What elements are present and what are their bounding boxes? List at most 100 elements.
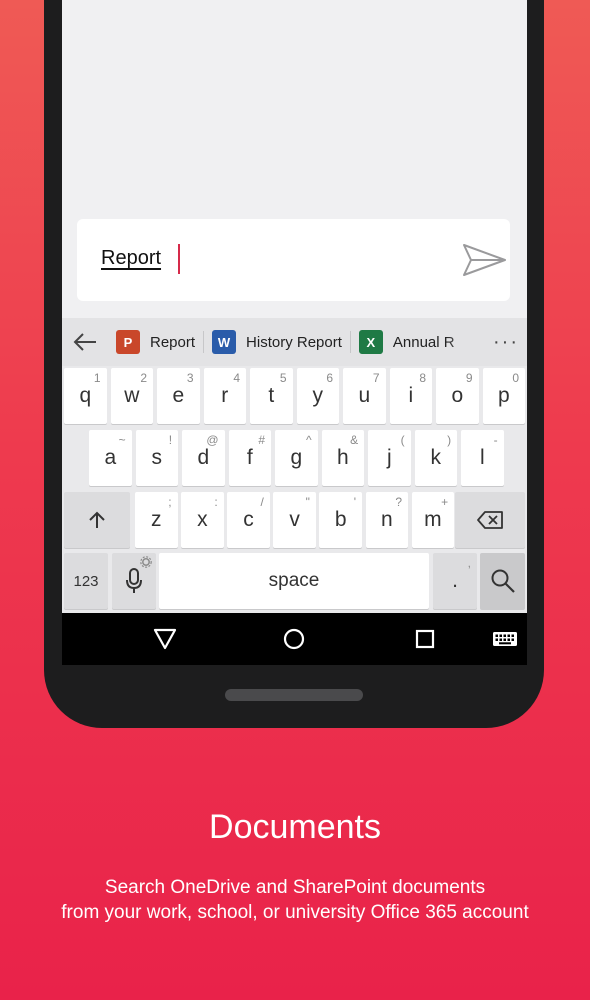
- android-navigation-bar: [62, 613, 527, 665]
- search-key[interactable]: [480, 553, 525, 609]
- key-y[interactable]: y6: [296, 368, 340, 424]
- settings-gear-icon: [140, 556, 152, 568]
- key-label: n: [380, 508, 393, 531]
- numbers-key-label: 123: [73, 572, 99, 590]
- key-e[interactable]: e3: [157, 368, 200, 424]
- key-hint: :: [214, 495, 218, 509]
- page-title: Documents: [209, 808, 381, 846]
- key-u[interactable]: u7: [343, 368, 386, 424]
- key-c[interactable]: c /: [227, 492, 270, 548]
- key-s[interactable]: s!: [135, 430, 179, 486]
- key-v[interactable]: v ": [273, 492, 316, 548]
- key-r[interactable]: r4: [203, 368, 247, 424]
- key-label: r: [221, 384, 229, 407]
- key-b[interactable]: b ': [319, 492, 362, 548]
- space-key-label: space: [268, 570, 320, 591]
- key-hint: ^: [305, 433, 312, 447]
- key-label: j: [386, 446, 392, 469]
- excel-icon: X: [358, 330, 383, 354]
- nav-keyboard-button[interactable]: [490, 625, 520, 653]
- key-hint: ": [305, 495, 310, 509]
- text-caret: [178, 244, 180, 274]
- key-f[interactable]: f #: [228, 430, 272, 486]
- nav-home-button[interactable]: [279, 625, 309, 653]
- key-label: p: [497, 384, 510, 407]
- key-hint: (: [400, 433, 405, 447]
- more-button[interactable]: ···: [485, 318, 527, 366]
- nav-home-circle-icon: [283, 628, 305, 650]
- key-i[interactable]: i8: [389, 368, 433, 424]
- phone-screen: Report P Report W History Report X Annua…: [62, 0, 527, 665]
- key-label: g: [290, 446, 303, 469]
- key-g[interactable]: g ^: [275, 430, 318, 486]
- suggestion-history-report[interactable]: W History Report: [204, 318, 350, 366]
- keyboard: 123 space . , q 1 w 2 e 3 r 4 t 5 y 6 u …: [62, 366, 527, 613]
- nav-recents-square-icon: [415, 629, 435, 649]
- key-hint: +: [441, 495, 449, 509]
- key-t[interactable]: t5: [250, 368, 293, 424]
- key-label: f: [246, 446, 253, 469]
- suggestion-label: Report: [150, 333, 196, 351]
- period-key-label: .: [452, 569, 458, 592]
- key-label: x: [197, 508, 208, 531]
- key-label: t: [268, 384, 275, 407]
- key-label: e: [172, 384, 185, 407]
- key-hint: 4: [233, 371, 241, 385]
- key-hint: 1: [93, 371, 101, 385]
- microphone-key[interactable]: [112, 553, 156, 609]
- nav-back-button[interactable]: [150, 625, 180, 653]
- key-label: i: [408, 384, 414, 407]
- key-q[interactable]: q1: [64, 368, 107, 424]
- key-m[interactable]: m +: [411, 492, 455, 548]
- nav-recents-button[interactable]: [410, 625, 440, 653]
- key-hint: 5: [279, 371, 287, 385]
- shift-key[interactable]: [64, 492, 130, 548]
- key-h[interactable]: h &: [321, 430, 365, 486]
- key-o[interactable]: o9: [436, 368, 479, 424]
- period-key[interactable]: . ,: [433, 553, 477, 609]
- suggestion-fade: [445, 318, 485, 366]
- key-hint: &: [350, 433, 359, 447]
- backspace-key[interactable]: [455, 492, 525, 548]
- key-label: k: [430, 446, 442, 469]
- key-hint: /: [260, 495, 264, 509]
- keyboard-icon: [493, 632, 517, 646]
- key-label: l: [479, 446, 485, 469]
- key-x[interactable]: x:: [181, 492, 224, 548]
- key-j[interactable]: j(: [368, 430, 411, 486]
- search-icon: [491, 569, 515, 593]
- key-label: c: [243, 508, 254, 531]
- key-hint: ): [447, 433, 452, 447]
- message-input[interactable]: Report: [101, 247, 161, 270]
- key-k[interactable]: k): [414, 430, 458, 486]
- send-button[interactable]: [461, 241, 509, 279]
- key-z[interactable]: z;: [135, 492, 178, 548]
- key-hint: 7: [372, 371, 380, 385]
- key-w[interactable]: w2: [110, 368, 154, 424]
- message-input-card[interactable]: Report: [77, 219, 510, 301]
- microphone-icon: [126, 568, 142, 593]
- key-p[interactable]: p0: [482, 368, 526, 424]
- key-n[interactable]: n?: [365, 492, 409, 548]
- space-key[interactable]: space: [159, 553, 429, 609]
- back-arrow-button[interactable]: [62, 318, 108, 366]
- numbers-key[interactable]: 123: [64, 553, 108, 609]
- powerpoint-icon: P: [116, 330, 140, 354]
- key-hint: @: [206, 433, 219, 447]
- subtitle-line-2: from your work, school, or university Of…: [61, 902, 529, 923]
- back-arrow-icon: [73, 333, 96, 351]
- key-hint: 8: [419, 371, 427, 385]
- word-icon: W: [212, 330, 237, 354]
- key-label: s: [151, 446, 163, 469]
- key-hint: ': [353, 495, 356, 509]
- subtitle-line-1: Search OneDrive and SharePoint documents: [104, 877, 486, 898]
- key-label: u: [358, 384, 371, 407]
- key-d[interactable]: d @: [182, 430, 225, 486]
- suggestion-report[interactable]: P Report: [108, 318, 203, 366]
- key-label: d: [197, 446, 210, 469]
- key-a[interactable]: a ~: [89, 430, 132, 486]
- nav-back-triangle-icon: [153, 628, 177, 650]
- home-indicator: [225, 689, 363, 701]
- period-key-hint: ,: [467, 556, 471, 570]
- key-l[interactable]: l-: [461, 430, 504, 486]
